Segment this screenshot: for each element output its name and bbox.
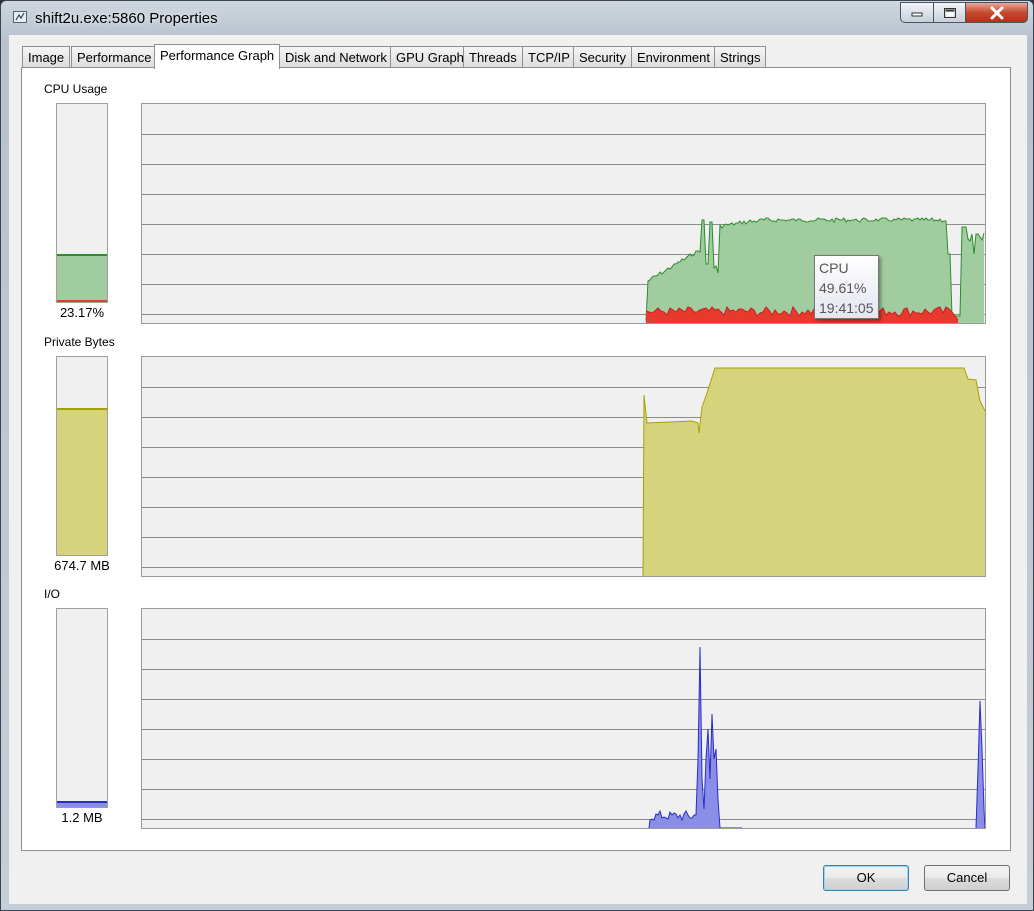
tab-environment[interactable]: Environment [631,46,716,68]
maximize-icon [943,7,956,18]
cpu-tooltip: CPU 49.61% 19:41:05 [814,255,879,319]
io-graph [141,608,986,829]
tab-gpu-graph[interactable]: GPU Graph [390,46,470,68]
tab-performance[interactable]: Performance [71,46,158,68]
private-bytes-graph-canvas [142,367,985,576]
close-button[interactable] [965,2,1028,23]
private-bytes-value: 674.7 MB [54,558,110,573]
process-explorer-icon [13,11,27,23]
maximize-button[interactable] [933,2,966,23]
tooltip-time: 19:41:05 [819,300,874,316]
private-bytes-graph [141,356,986,577]
tab-security[interactable]: Security [573,46,632,68]
minimize-button[interactable] [900,2,934,23]
title-bar[interactable]: shift2u.exe:5860 Properties [1,1,1033,35]
tab-threads[interactable]: Threads [463,46,523,68]
ok-button[interactable]: OK [823,865,909,891]
io-meter-fill [57,801,107,807]
tab-image[interactable]: Image [22,46,71,68]
private-bytes-meter [56,356,108,556]
tab-tcpip[interactable]: TCP/IP [522,46,576,68]
tab-strings[interactable]: Strings [714,46,767,68]
io-value: 1.2 MB [61,810,103,825]
io-area [649,647,742,828]
tab-disk-and-network[interactable]: Disk and Network [279,46,393,68]
cpu-usage-meter [56,103,108,303]
private-bytes-label: Private Bytes [44,335,115,349]
private-bytes-area [643,368,985,576]
io-meter [56,608,108,808]
cpu-usage-meter-fill [57,254,107,302]
dialog-client-area: Image Performance Performance Graph Disk… [9,35,1027,904]
window-title: shift2u.exe:5860 Properties [35,10,218,27]
performance-graph-panel: CPU Usage 23.17% Private Bytes 674.7 MB … [21,67,1011,851]
io-line [648,646,742,828]
properties-window: shift2u.exe:5860 Properties Image Perfor… [0,0,1034,911]
cancel-button[interactable]: Cancel [924,865,1010,891]
tab-performance-graph[interactable]: Performance Graph [154,44,281,69]
tooltip-value: 49.61% [819,280,867,296]
cpu-usage-label: CPU Usage [44,82,108,96]
io-graph-canvas [142,639,985,828]
cpu-kernel-meter-fill [57,300,107,302]
minimize-icon [911,12,923,16]
io-label: I/O [44,587,61,601]
private-bytes-meter-fill [57,408,107,555]
cpu-usage-value: 23.17% [59,305,105,320]
tooltip-series: CPU [819,260,849,276]
close-icon [990,6,1003,19]
